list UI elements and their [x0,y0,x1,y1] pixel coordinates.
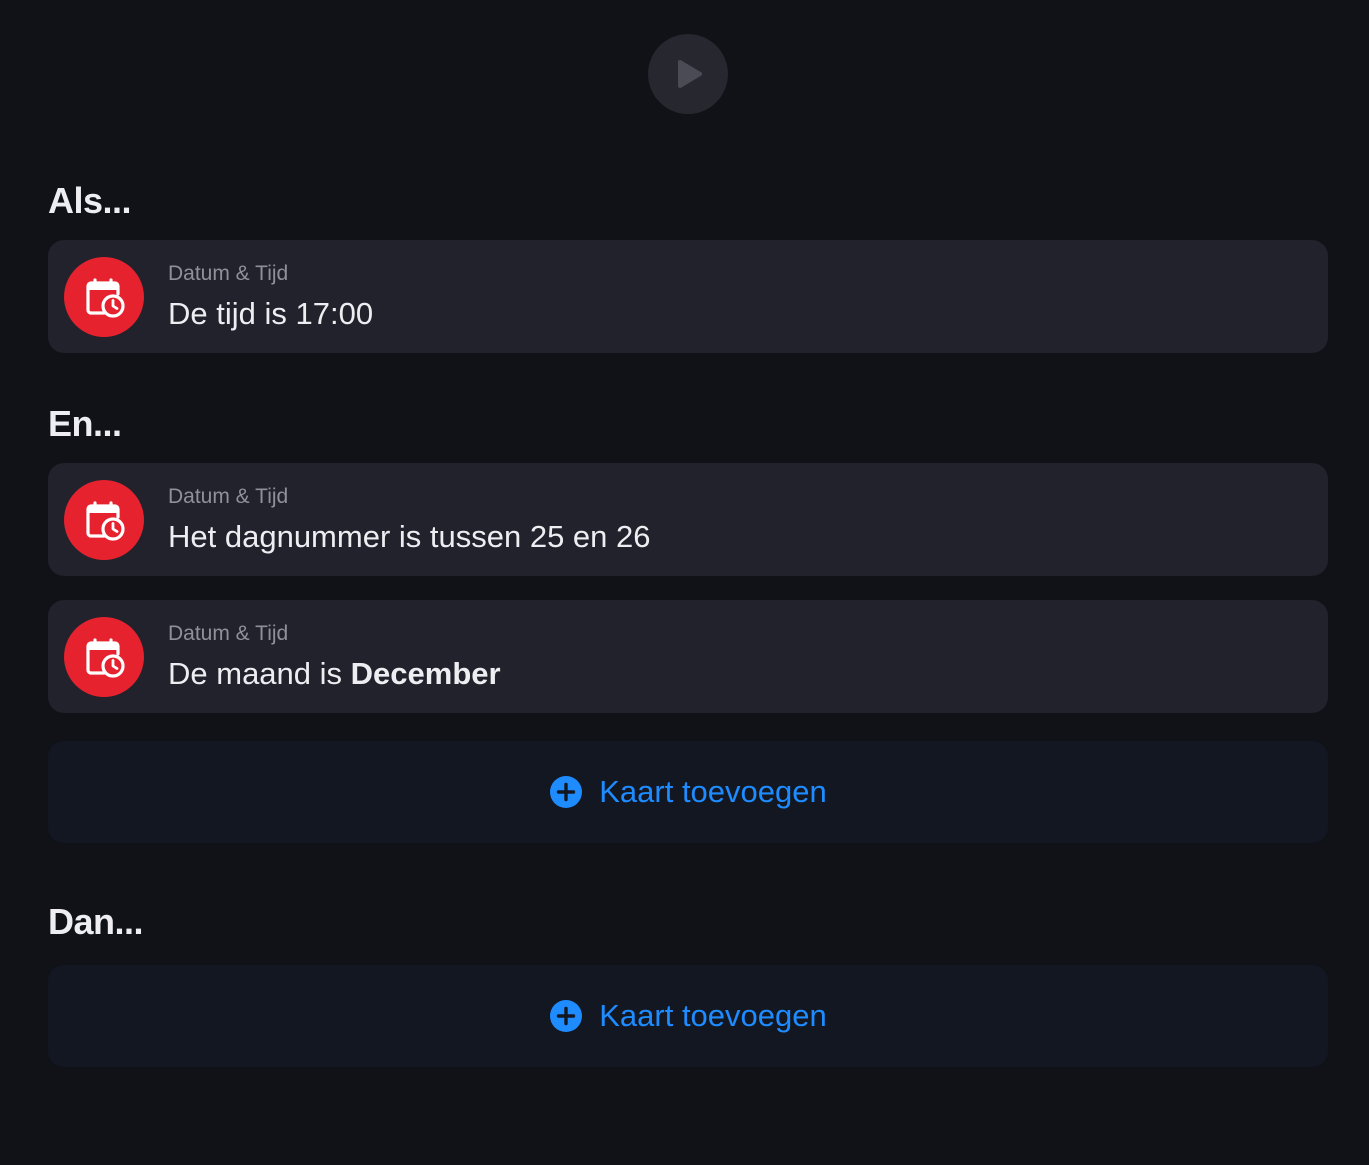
play-icon [678,60,702,88]
card-text: De maand is [168,656,351,691]
card-text: De tijd is [168,296,296,331]
card-description: Het dagnummer is tussen 25 en 26 [168,519,651,555]
card-value: December [350,656,501,691]
trigger-card-time[interactable]: Datum & Tijd De tijd is 17:00 [48,240,1328,353]
flow-editor: Als... Datum & Tijd De tijd is 17:00 En.… [0,0,1369,1165]
card-value: 17:00 [295,296,374,331]
add-card-label: Kaart toevoegen [599,774,827,809]
test-flow-button[interactable] [648,34,728,114]
card-text: Het dagnummer is tussen [168,519,530,554]
add-action-card-button[interactable]: Kaart toevoegen [48,965,1328,1067]
card-category: Datum & Tijd [168,622,289,645]
card-value-end: 26 [616,519,651,554]
card-description: De tijd is 17:00 [168,296,373,332]
calendar-clock-icon [86,501,125,541]
card-description: De maand is December [168,656,501,692]
card-category: Datum & Tijd [168,262,289,285]
card-value-start: 25 [529,519,565,554]
calendar-clock-icon [86,278,125,318]
condition-card-month[interactable]: Datum & Tijd De maand is December [48,600,1328,713]
card-category: Datum & Tijd [168,485,289,508]
plus-circle-icon [550,1000,583,1032]
card-icon [64,617,144,697]
add-condition-card-button[interactable]: Kaart toevoegen [48,741,1328,843]
section-title-then: Dan... [48,901,144,942]
section-title-and: En... [48,403,122,444]
card-icon [64,480,144,560]
plus-circle-icon [550,776,583,808]
condition-card-day[interactable]: Datum & Tijd Het dagnummer is tussen 25 … [48,463,1328,576]
add-card-label: Kaart toevoegen [599,998,827,1033]
card-icon [64,257,144,337]
calendar-clock-icon [86,638,125,678]
section-title-if: Als... [48,180,132,221]
card-text-middle: en [564,519,617,554]
